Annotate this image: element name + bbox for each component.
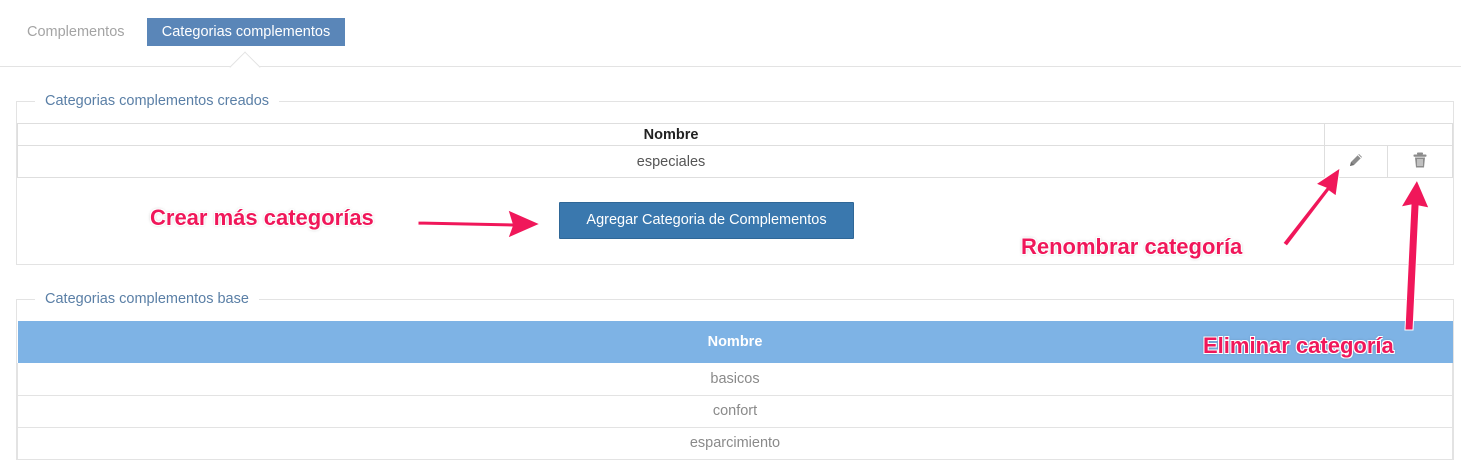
tab-complementos[interactable]: Complementos xyxy=(19,18,133,46)
base-category-cell: esparcimiento xyxy=(17,427,1453,460)
column-header-nombre: Nombre xyxy=(16,123,1326,146)
table-row: esparcimiento xyxy=(17,427,1453,460)
table-row: basicos xyxy=(17,363,1453,396)
created-categories-legend: Categorias complementos creados xyxy=(35,91,280,111)
tab-categorias-complementos[interactable]: Categorias complementos xyxy=(147,18,345,46)
category-name-cell: especiales xyxy=(16,145,1326,178)
add-category-button[interactable]: Agregar Categoria de Complementos xyxy=(559,202,854,239)
trash-icon xyxy=(1411,151,1429,173)
base-categories-panel: Categorias complementos base Nombre basi… xyxy=(16,289,1454,460)
table-row: especiales xyxy=(16,145,1453,178)
base-category-cell: basicos xyxy=(17,363,1453,396)
active-tab-caret xyxy=(229,51,261,83)
table-row: confort xyxy=(17,395,1453,428)
tab-bar: Complementos Categorias complementos xyxy=(0,0,1461,83)
annotation-rename: Renombrar categoría xyxy=(1021,234,1243,259)
annotation-delete: Eliminar categoría xyxy=(1203,333,1394,358)
created-categories-table: Nombre especiales xyxy=(16,123,1453,178)
pencil-icon xyxy=(1347,151,1365,173)
rename-category-button[interactable] xyxy=(1324,145,1389,178)
annotation-create: Crear más categorías xyxy=(150,205,374,230)
delete-category-button[interactable] xyxy=(1387,145,1453,178)
base-category-cell: confort xyxy=(17,395,1453,428)
table-header-row: Nombre xyxy=(16,123,1453,146)
base-categories-legend: Categorias complementos base xyxy=(35,289,259,309)
column-header-actions xyxy=(1324,123,1453,146)
